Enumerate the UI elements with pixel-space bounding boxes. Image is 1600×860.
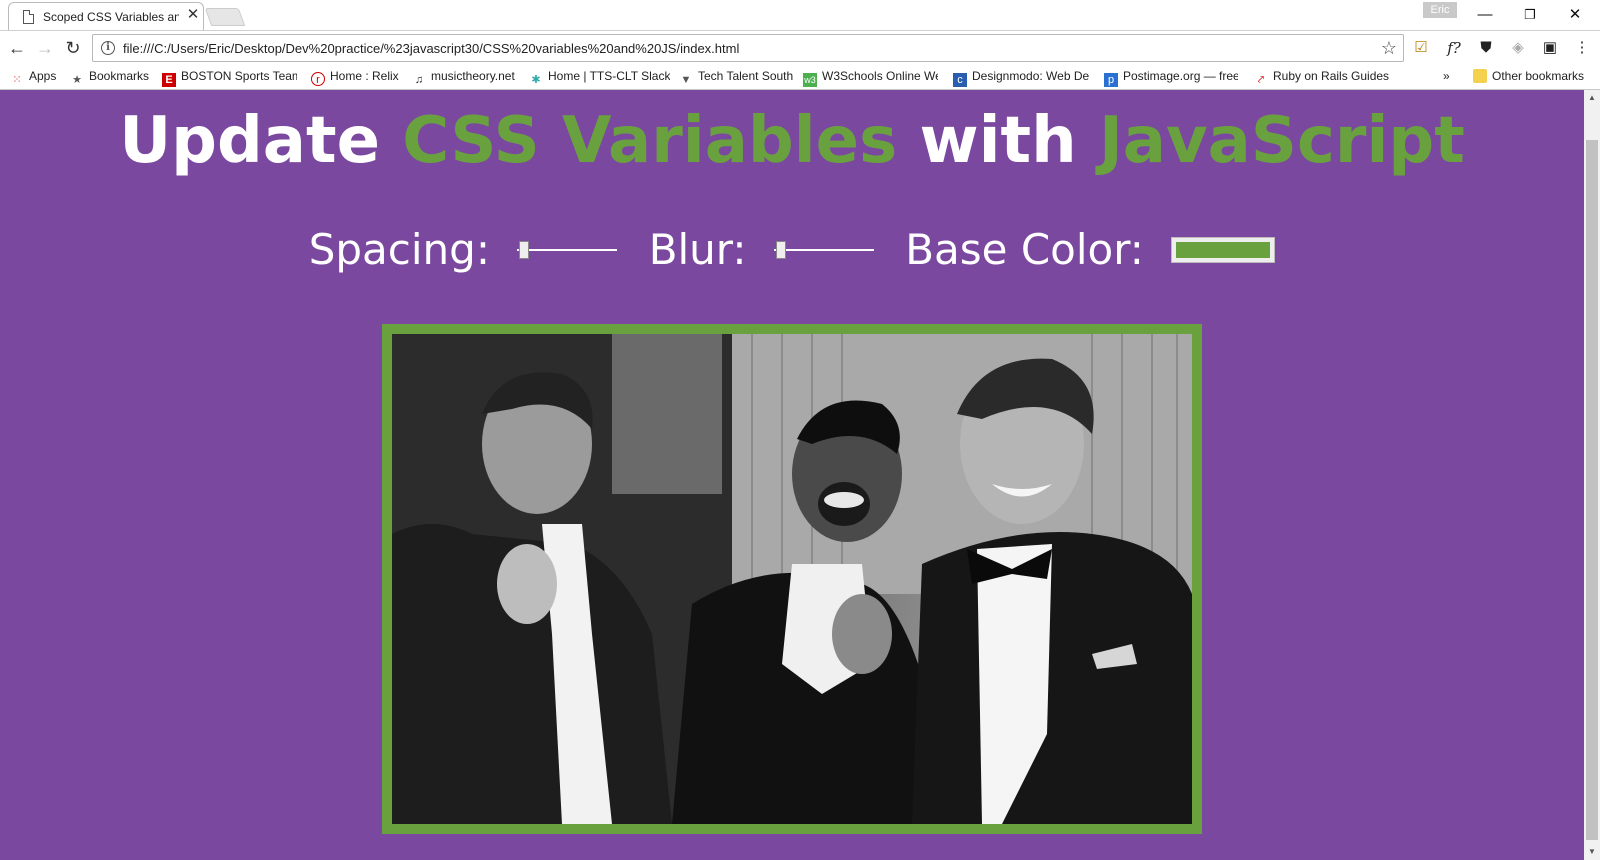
blur-slider-thumb[interactable] — [775, 240, 786, 259]
dropbox-extension-icon[interactable]: ◈ — [1508, 38, 1528, 58]
minimize-icon[interactable]: — — [1470, 4, 1500, 26]
star-icon: ★ — [72, 74, 82, 86]
headline-word-update: Update — [119, 104, 380, 178]
browser-toolbar: ← → ↻ i file:///C:/Users/Eric/Desktop/De… — [0, 30, 1600, 64]
musictheory-icon: ♫ — [414, 74, 424, 86]
extension-check-icon[interactable]: ☑ — [1411, 38, 1431, 58]
bookmarks-bar: ⁙ Apps ★ Bookmarks E BOSTON Sports Teams rH… — [0, 64, 1600, 90]
rat-pack-photo — [392, 334, 1192, 824]
bookmark-slack[interactable]: ✱ Home | TTS-CLT Slack — [529, 69, 670, 87]
bookmark-star-icon[interactable]: ☆ — [1381, 38, 1397, 58]
bookmark-apps[interactable]: ⁙ Apps — [10, 69, 56, 87]
blur-slider-track — [773, 248, 874, 251]
bookmark-w3schools[interactable]: w3 W3Schools Online Web — [803, 69, 938, 87]
headline-css-variables: CSS Variables — [402, 104, 898, 178]
page-viewport: Update CSS Variables with JavaScript Spa… — [0, 90, 1584, 860]
bookmark-other[interactable]: Other bookmarks — [1473, 69, 1584, 83]
scroll-up-arrow-icon[interactable]: ▲ — [1584, 90, 1600, 106]
font-extension-icon[interactable]: f? — [1444, 38, 1464, 58]
info-icon[interactable]: i — [101, 41, 115, 55]
photo-illustration — [392, 334, 1192, 824]
tab-title: Scoped CSS Variables and JS — [43, 10, 179, 24]
headline-javascript: JavaScript — [1098, 104, 1465, 178]
new-tab-button[interactable] — [204, 8, 246, 26]
restore-icon[interactable]: ❐ — [1515, 4, 1545, 26]
base-color-swatch — [1176, 241, 1271, 258]
spacing-slider[interactable] — [517, 240, 618, 260]
title-bar: Scoped CSS Variables and JS ✕ Eric — ❐ ✕ — [0, 0, 1600, 30]
slack-icon: ✱ — [531, 74, 541, 86]
rails-icon: ⤤ — [1257, 74, 1265, 86]
bookmark-postimage[interactable]: p Postimage.org — free — [1104, 69, 1238, 87]
bookmarks-overflow-icon[interactable]: » — [1443, 69, 1450, 83]
lock-extension-icon[interactable]: ▣ — [1540, 38, 1560, 58]
page-headline: Update CSS Variables with JavaScript — [0, 104, 1584, 178]
controls-row: Spacing: Blur: Base Color: — [0, 222, 1584, 274]
url-text[interactable]: file:///C:/Users/Eric/Desktop/Dev%20prac… — [123, 41, 739, 56]
browser-tab[interactable]: Scoped CSS Variables and JS ✕ — [8, 2, 204, 30]
w3schools-icon: w3 — [803, 73, 817, 87]
spacing-slider-thumb[interactable] — [519, 240, 530, 259]
bookmark-relix[interactable]: r Home : Relix — [311, 69, 399, 86]
apps-grid-icon: ⁙ — [12, 74, 22, 86]
tts-icon: ▼ — [680, 74, 692, 86]
menu-icon[interactable]: ⋮ — [1572, 38, 1592, 58]
bookmark-rails-guides[interactable]: ⤤ Ruby on Rails Guides — [1254, 69, 1389, 87]
scroll-down-arrow-icon[interactable]: ▼ — [1584, 844, 1600, 860]
shield-extension-icon[interactable]: ⛊ — [1476, 38, 1496, 58]
spacing-label: Spacing: — [308, 225, 490, 274]
designmodo-icon: c — [953, 73, 967, 87]
vertical-scrollbar[interactable]: ▲ ▼ — [1584, 90, 1600, 860]
bookmark-tech-talent-south[interactable]: ▼ Tech Talent South — [679, 69, 794, 87]
reload-icon[interactable]: ↻ — [62, 37, 84, 59]
profile-button[interactable]: Eric — [1423, 2, 1457, 18]
address-bar[interactable]: i file:///C:/Users/Eric/Desktop/Dev%20pr… — [92, 34, 1404, 62]
blur-slider[interactable] — [773, 240, 874, 260]
bookmark-boston-sports[interactable]: E BOSTON Sports Teams — [162, 69, 297, 87]
espn-icon: E — [162, 73, 176, 87]
forward-arrow-icon[interactable]: → — [34, 37, 56, 59]
base-color-picker[interactable] — [1171, 236, 1276, 263]
base-color-label: Base Color: — [905, 225, 1144, 274]
back-arrow-icon[interactable]: ← — [6, 37, 28, 59]
scrollbar-thumb[interactable] — [1586, 140, 1598, 840]
relix-icon: r — [311, 72, 325, 86]
headline-word-with: with — [919, 104, 1077, 178]
page-icon — [23, 10, 34, 24]
postimage-icon: p — [1104, 73, 1118, 87]
spacing-slider-track — [517, 248, 618, 251]
bookmark-musictheory[interactable]: ♫ musictheory.net — [412, 69, 515, 87]
close-window-icon[interactable]: ✕ — [1560, 4, 1590, 26]
bookmark-bookmarks[interactable]: ★ Bookmarks — [70, 69, 149, 87]
close-icon[interactable]: ✕ — [185, 7, 201, 23]
blur-label: Blur: — [648, 225, 747, 274]
bookmark-designmodo[interactable]: c Designmodo: Web De — [953, 69, 1093, 87]
folder-icon — [1473, 69, 1487, 83]
photo-frame — [382, 324, 1202, 834]
